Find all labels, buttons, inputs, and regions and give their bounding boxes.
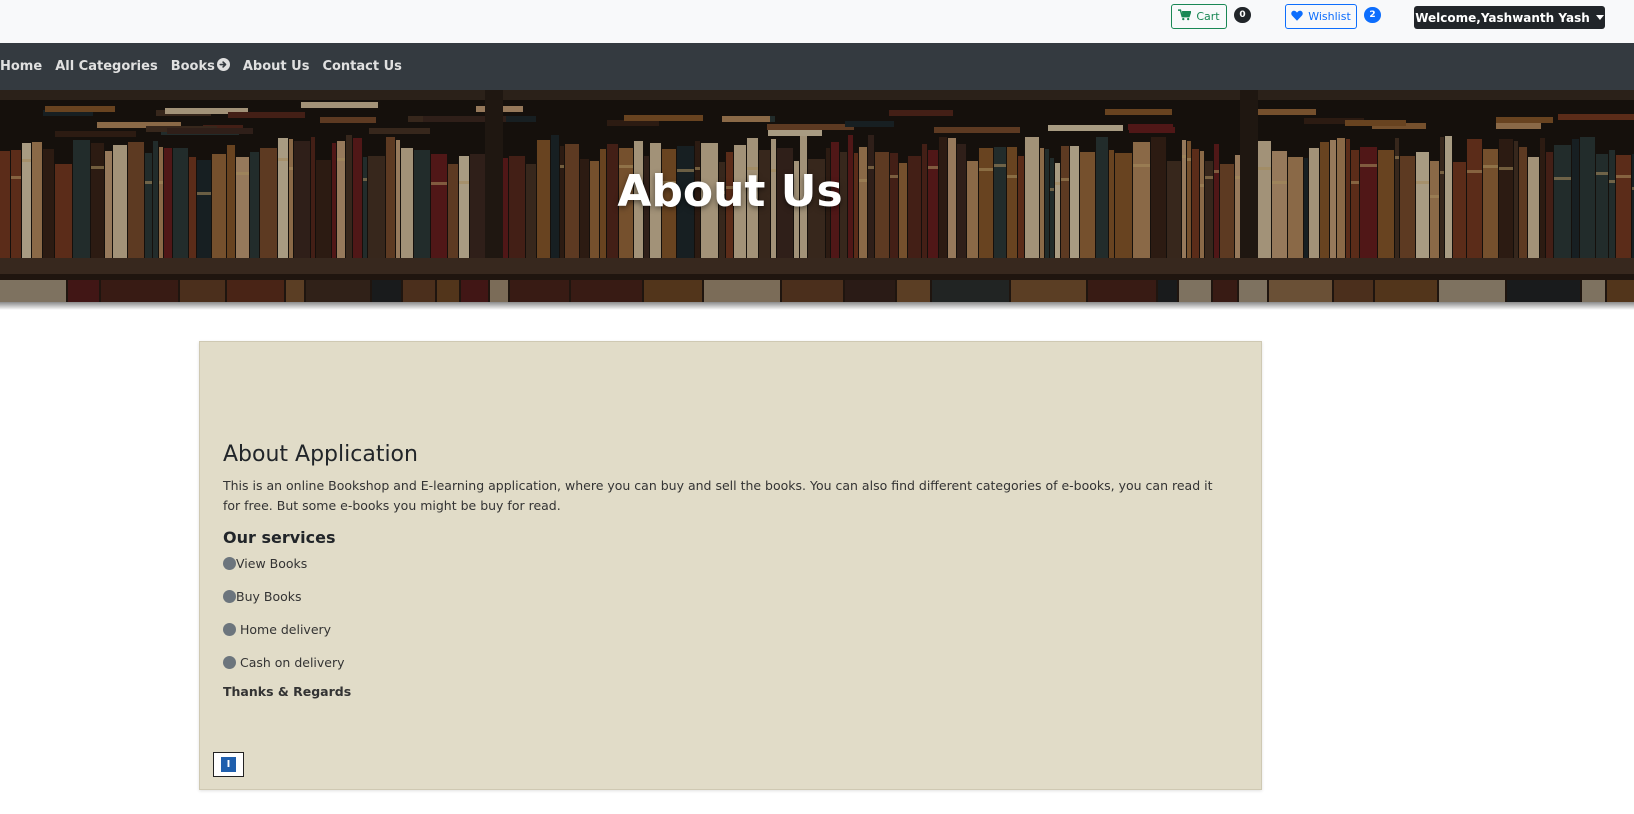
service-label: View Books [236, 556, 308, 571]
nav-books[interactable]: Books [171, 58, 230, 75]
wishlist-count-badge: 2 [1364, 7, 1381, 23]
arrow-circle-right-icon [216, 58, 230, 75]
nav-home-label: Home [0, 59, 43, 74]
service-item: Cash on delivery [223, 655, 345, 670]
about-card: About Application This is an online Book… [199, 341, 1262, 790]
banner-shadow [0, 302, 1634, 310]
nav-contact-us-label: Contact Us [322, 59, 402, 74]
wishlist-label: Wishlist [1308, 10, 1351, 23]
cart-label: Cart [1196, 10, 1220, 23]
circle-bullet-icon [223, 590, 236, 603]
main-navbar: Home All Categories Books About Us Conta… [0, 43, 1634, 90]
service-label: Buy Books [236, 589, 302, 604]
circle-bullet-icon [223, 623, 236, 636]
heart-icon [1291, 10, 1303, 24]
cart-button[interactable]: Cart [1171, 4, 1227, 29]
circle-bullet-icon [223, 557, 236, 570]
user-welcome-label: Welcome,Yashwanth Yash [1415, 10, 1590, 25]
about-application-heading: About Application [223, 442, 418, 467]
nav-all-categories-label: All Categories [55, 59, 158, 74]
caret-down-icon [1595, 15, 1604, 20]
nav-books-label: Books [170, 59, 215, 74]
nav-about-us[interactable]: About Us [243, 59, 310, 74]
info-icon: I [221, 757, 236, 772]
cart-count-badge: 0 [1234, 7, 1251, 23]
cart-icon [1178, 9, 1192, 24]
services-heading: Our services [223, 528, 336, 547]
nav-about-us-label: About Us [242, 59, 310, 74]
service-item: Buy Books [223, 589, 302, 604]
nav-home[interactable]: Home [0, 59, 42, 74]
service-item: Home delivery [223, 622, 331, 637]
service-label: Cash on delivery [236, 655, 345, 670]
wishlist-button[interactable]: Wishlist [1285, 4, 1357, 29]
nav-all-categories[interactable]: All Categories [55, 59, 158, 74]
circle-bullet-icon [223, 656, 236, 669]
user-menu-button[interactable]: Welcome,Yashwanth Yash [1414, 6, 1605, 29]
info-button[interactable]: I [213, 752, 244, 777]
hero-banner: About Us [0, 90, 1634, 302]
service-label: Home delivery [236, 622, 332, 637]
thanks-regards: Thanks & Regards [223, 684, 352, 699]
page-title: About Us [617, 166, 843, 217]
about-description: This is an online Bookshop and E-learnin… [223, 478, 1213, 513]
nav-contact-us[interactable]: Contact Us [322, 59, 401, 74]
service-item: View Books [223, 556, 307, 571]
top-bar: Cart 0 Wishlist 2 Welcome,Yashwanth Yash [0, 0, 1634, 43]
